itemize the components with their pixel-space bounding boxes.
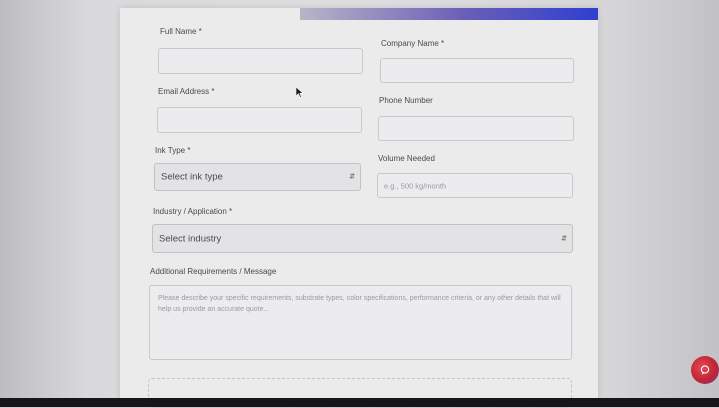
ink-type-label: Ink Type *: [155, 146, 191, 155]
email-field[interactable]: [157, 107, 362, 133]
mouse-pointer-icon: [295, 85, 304, 103]
message-textarea[interactable]: Please describe your specific requiremen…: [149, 285, 572, 360]
message-placeholder: Please describe your specific requiremen…: [158, 295, 561, 313]
header-accent-bar: [300, 8, 598, 20]
volume-placeholder: e.g., 500 kg/month: [384, 181, 447, 190]
full-name-field[interactable]: [158, 48, 363, 74]
industry-selected-value: Select industry: [159, 233, 222, 244]
full-name-label: Full Name *: [160, 27, 202, 36]
updown-chevron-icon: ⇵: [349, 173, 355, 181]
industry-label: Industry / Application *: [153, 207, 233, 216]
updown-chevron-icon: ⇵: [561, 235, 567, 242]
industry-select[interactable]: Select industry ⇵: [152, 224, 573, 253]
screen-bezel: [0, 398, 719, 407]
company-name-field[interactable]: [380, 58, 574, 83]
chat-button[interactable]: [691, 356, 719, 384]
phone-label: Phone Number: [379, 96, 433, 105]
ink-type-selected-value: Select ink type: [161, 171, 223, 183]
company-name-label: Company Name *: [381, 39, 445, 48]
volume-label: Volume Needed: [378, 154, 435, 163]
volume-field[interactable]: e.g., 500 kg/month: [377, 173, 573, 198]
ink-type-select[interactable]: Select ink type ⇵: [154, 163, 361, 191]
message-label: Additional Requirements / Message: [150, 267, 277, 276]
phone-field[interactable]: [378, 116, 574, 141]
email-label: Email Address *: [158, 87, 215, 96]
